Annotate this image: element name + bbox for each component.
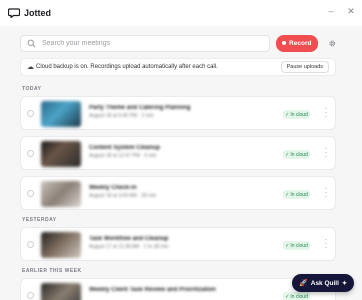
rocket-icon: 🚀 bbox=[299, 280, 308, 287]
gear-icon[interactable] bbox=[328, 39, 336, 48]
section-earlier: EARLIER THIS WEEK bbox=[22, 268, 82, 274]
select-checkbox[interactable] bbox=[27, 190, 34, 197]
meeting-subtitle: August 18 at 3:00 AM · 28 min bbox=[89, 193, 157, 199]
meeting-thumbnail bbox=[41, 232, 81, 258]
check-icon: ✓ bbox=[285, 293, 290, 300]
search-input[interactable] bbox=[42, 39, 242, 47]
app-logo: Jotted bbox=[8, 8, 51, 18]
section-yesterday: YESTERDAY bbox=[22, 217, 57, 223]
check-icon: ✓ bbox=[285, 191, 290, 198]
cloud-backup-banner: ☁ Cloud backup is on. Recordings upload … bbox=[20, 58, 336, 76]
check-icon: ✓ bbox=[285, 242, 290, 249]
meeting-subtitle: August 17 at 11:38 AM · 1 hr 38 min bbox=[89, 244, 169, 250]
status-label: In cloud bbox=[290, 293, 308, 300]
status-label: In cloud bbox=[290, 111, 308, 118]
status-badge: ✓ In cloud bbox=[283, 150, 310, 159]
meeting-card[interactable]: Content System Cleanup August 18 at 12:4… bbox=[20, 136, 336, 170]
status-label: In cloud bbox=[290, 191, 308, 198]
meeting-title: Task Workflow and Cleanup bbox=[89, 236, 169, 242]
meeting-title: Content System Cleanup bbox=[89, 145, 161, 151]
ask-quill-button[interactable]: 🚀 Ask Quill ✦ bbox=[292, 274, 354, 292]
more-icon[interactable]: · · · bbox=[323, 145, 329, 161]
status-label: In cloud bbox=[290, 151, 308, 158]
more-icon[interactable]: · · · bbox=[323, 185, 329, 201]
meeting-card[interactable]: Task Workflow and Cleanup August 17 at 1… bbox=[20, 227, 336, 261]
meeting-card[interactable]: Party Theme and Catering Planning August… bbox=[20, 96, 336, 130]
more-icon[interactable]: · · · bbox=[323, 105, 329, 121]
title-bar: Jotted – ✕ bbox=[0, 0, 362, 26]
meeting-thumbnail bbox=[41, 283, 81, 300]
meeting-title: Party Theme and Catering Planning bbox=[89, 105, 191, 111]
meeting-title: Weekly Check-in bbox=[89, 185, 137, 191]
chat-bubble-icon bbox=[8, 8, 20, 18]
meeting-thumbnail bbox=[41, 101, 81, 127]
check-icon: ✓ bbox=[285, 151, 290, 158]
select-checkbox[interactable] bbox=[27, 292, 34, 299]
status-badge: ✓ In cloud bbox=[283, 292, 310, 300]
search-row: Record bbox=[20, 34, 336, 52]
select-checkbox[interactable] bbox=[27, 241, 34, 248]
minimize-button[interactable]: – bbox=[326, 6, 336, 17]
meeting-card[interactable]: Weekly Client Task Review and Prioritiza… bbox=[20, 278, 336, 300]
cloud-icon: ☁ bbox=[27, 64, 34, 71]
select-checkbox[interactable] bbox=[27, 110, 34, 117]
pause-uploads-button[interactable]: Pause uploads bbox=[280, 61, 329, 73]
sparkle-icon: ✦ bbox=[341, 280, 347, 287]
meeting-thumbnail bbox=[41, 181, 81, 207]
meeting-card[interactable]: Weekly Check-in August 18 at 3:00 AM · 2… bbox=[20, 176, 336, 210]
section-today: TODAY bbox=[22, 86, 42, 92]
ask-quill-label: Ask Quill bbox=[310, 279, 339, 287]
status-badge: ✓ In cloud bbox=[283, 241, 310, 250]
more-icon[interactable]: · · · bbox=[323, 236, 329, 252]
record-dot-icon bbox=[282, 41, 287, 45]
select-checkbox[interactable] bbox=[27, 150, 34, 157]
banner-text: Cloud backup is on. Recordings upload au… bbox=[36, 64, 218, 70]
status-label: In cloud bbox=[290, 242, 308, 249]
status-badge: ✓ In cloud bbox=[283, 110, 310, 119]
close-button[interactable]: ✕ bbox=[346, 6, 356, 17]
search-icon bbox=[27, 39, 36, 47]
status-badge: ✓ In cloud bbox=[283, 190, 310, 199]
record-label: Record bbox=[289, 39, 312, 47]
meeting-subtitle: August 18 at 6:40 PM · 2 min bbox=[89, 113, 154, 119]
meeting-title: Weekly Client Task Review and Prioritiza… bbox=[89, 287, 216, 293]
record-button[interactable]: Record bbox=[276, 34, 318, 52]
search-box[interactable] bbox=[20, 34, 270, 52]
meeting-thumbnail bbox=[41, 141, 81, 167]
meeting-subtitle: August 18 at 12:47 PM · 6 min bbox=[89, 153, 157, 159]
app-name: Jotted bbox=[24, 8, 51, 18]
check-icon: ✓ bbox=[285, 111, 290, 118]
